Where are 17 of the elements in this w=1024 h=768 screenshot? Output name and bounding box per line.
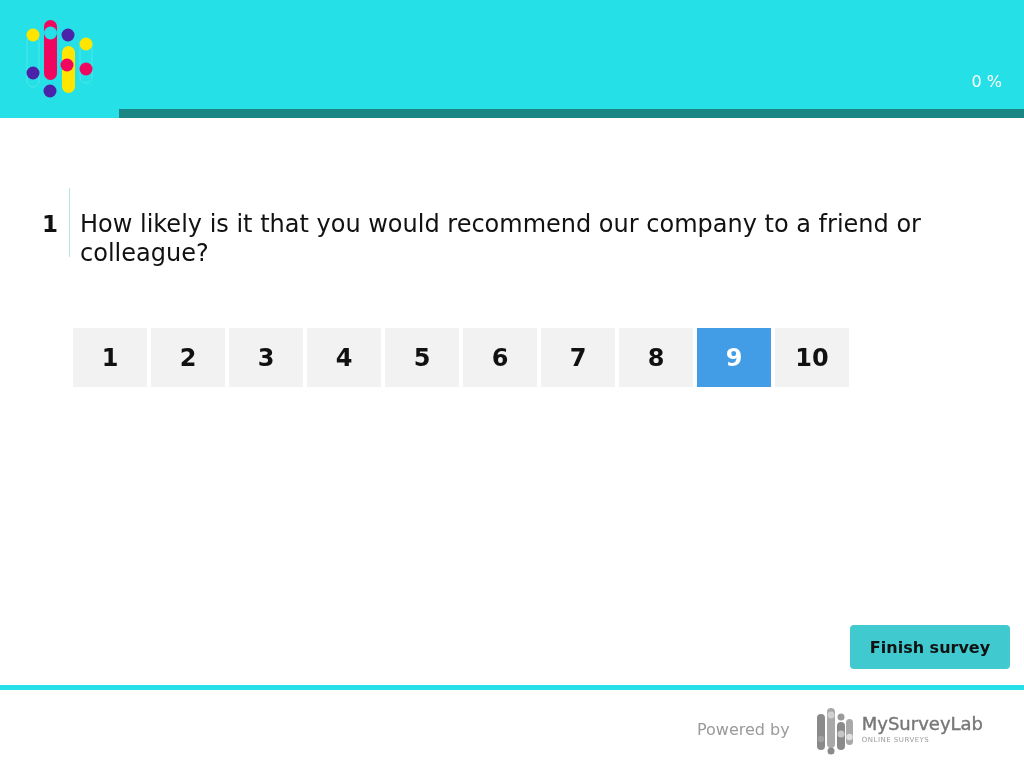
finish-survey-button[interactable]: Finish survey [850,625,1010,669]
question-number: 1 [42,210,58,239]
rating-option[interactable]: 7 [541,328,615,387]
bars-logo-icon [815,707,854,755]
rating-option[interactable]: 3 [229,328,303,387]
progress-percent: 0 % [971,72,1002,92]
logo-icon [24,19,94,99]
powered-by-text: Powered by [697,719,790,739]
rating-option[interactable]: 2 [151,328,225,387]
question-text: How likely is it that you would recommend our company to a friend or colleague? [80,210,922,268]
rating-option[interactable]: 1 [73,328,147,387]
rating-option[interactable]: 5 [385,328,459,387]
rating-option[interactable]: 6 [463,328,537,387]
rating-option[interactable]: 8 [619,328,693,387]
rating-option[interactable]: 10 [775,328,849,387]
brand-name: MySurveyLab [861,713,983,735]
rating-option[interactable]: 4 [307,328,381,387]
